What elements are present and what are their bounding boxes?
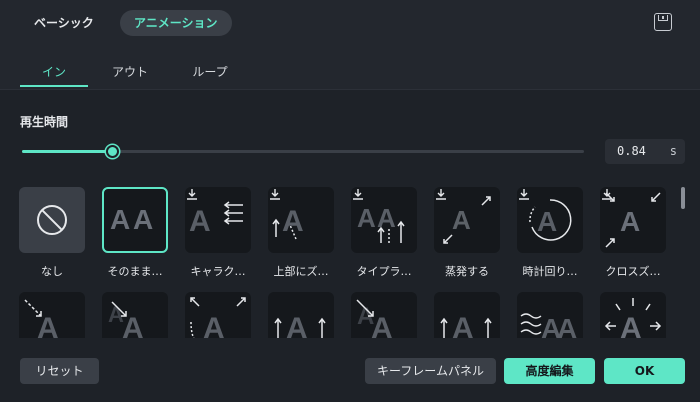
- duration-slider[interactable]: [22, 145, 584, 158]
- rise-up-icon: A: [274, 312, 326, 338]
- preset-label: 時計回り…: [522, 265, 578, 278]
- wave-icon: A A: [520, 313, 577, 338]
- preset-rise-up-alt[interactable]: A: [434, 292, 500, 338]
- preset-scrollbar[interactable]: [681, 187, 685, 209]
- svg-text:A: A: [371, 312, 393, 338]
- preset-label: 上部にズ…: [273, 265, 329, 278]
- subtab-in[interactable]: イン: [20, 63, 88, 80]
- preset-diagonal-in[interactable]: A: [19, 292, 85, 338]
- preset-rise-up[interactable]: A: [268, 292, 334, 338]
- duration-slider-thumb[interactable]: [105, 145, 119, 158]
- duration-value: 0.84: [617, 144, 646, 158]
- svg-text:A: A: [452, 205, 471, 235]
- svg-text:A: A: [537, 206, 557, 237]
- animation-subtabs: イン アウト ループ: [0, 46, 700, 90]
- preset-grid: なし A A そのまま… A キャラク… A 上部にズ… A A タイプラ… A…: [0, 180, 680, 338]
- none-icon: [37, 205, 67, 235]
- keyframe-panel-button[interactable]: キーフレームパネル: [365, 358, 496, 384]
- preset-label: クロスズ…: [605, 265, 661, 278]
- download-icon: [602, 189, 612, 200]
- download-icon: [353, 189, 363, 200]
- arc-in-icon: A: [190, 297, 246, 338]
- diagonal-in-icon: A: [24, 299, 59, 338]
- download-icon: [436, 189, 446, 200]
- preset-fall-slide[interactable]: A A: [351, 292, 417, 338]
- preset-label: キャラク…: [190, 265, 246, 278]
- preset-arc-in[interactable]: A: [185, 292, 251, 338]
- svg-text:A: A: [189, 205, 211, 238]
- duration-unit: s: [669, 144, 677, 158]
- preset-static[interactable]: A A: [102, 187, 168, 253]
- svg-text:A: A: [357, 203, 376, 233]
- ok-button[interactable]: OK: [604, 358, 685, 384]
- subtab-out[interactable]: アウト: [110, 63, 150, 80]
- preset-wave[interactable]: A A: [517, 292, 583, 338]
- preset-label: なし: [41, 265, 63, 278]
- svg-text:A: A: [203, 312, 225, 338]
- subtab-loop[interactable]: ループ: [190, 63, 230, 80]
- preset-label: タイプラ…: [356, 265, 412, 278]
- svg-text:A: A: [110, 204, 130, 235]
- svg-text:A: A: [620, 312, 642, 338]
- duration-label: 再生時間: [20, 115, 69, 129]
- preset-typewriter[interactable]: A A: [351, 187, 417, 253]
- duration-input[interactable]: 0.84 s: [605, 139, 685, 164]
- svg-text:A: A: [452, 312, 474, 338]
- svg-text:A: A: [133, 204, 153, 235]
- preset-label: 蒸発する: [445, 265, 489, 278]
- preset-diagonal-slide[interactable]: A A: [102, 292, 168, 338]
- diagonal-slide-icon: A A: [108, 301, 144, 338]
- preset-evaporate[interactable]: A: [434, 187, 500, 253]
- expand-icon: A: [604, 298, 662, 338]
- download-icon: [519, 189, 529, 200]
- duration-slider-fill: [22, 150, 112, 153]
- svg-text:A: A: [620, 206, 640, 237]
- preset-zoom-top[interactable]: A: [268, 187, 334, 253]
- tab-basic[interactable]: ベーシック: [20, 10, 108, 36]
- preset-expand[interactable]: A: [600, 292, 666, 338]
- svg-text:A: A: [286, 312, 308, 338]
- footer: リセット キーフレームパネル 高度編集 OK: [0, 348, 700, 402]
- fall-slide-icon: A A: [356, 299, 393, 338]
- animation-header: ベーシック アニメーション: [0, 0, 700, 46]
- download-icon: [187, 189, 197, 200]
- preset-cross-zoom[interactable]: A: [600, 187, 666, 253]
- tab-animation[interactable]: アニメーション: [120, 10, 232, 36]
- preset-character[interactable]: A: [185, 187, 251, 253]
- svg-text:A: A: [282, 205, 304, 238]
- active-subtab-underline: [20, 85, 88, 87]
- save-icon[interactable]: [654, 13, 672, 31]
- preset-label: そのまま…: [107, 265, 163, 278]
- download-icon: [270, 189, 280, 200]
- preset-clockwise[interactable]: A: [517, 187, 583, 253]
- rise-up-alt-icon: A: [440, 312, 492, 338]
- static-aa-icon: A A: [110, 204, 153, 235]
- preset-none[interactable]: [19, 187, 85, 253]
- advanced-edit-button[interactable]: 高度編集: [504, 358, 595, 384]
- svg-text:A: A: [557, 313, 577, 338]
- reset-button[interactable]: リセット: [20, 358, 99, 384]
